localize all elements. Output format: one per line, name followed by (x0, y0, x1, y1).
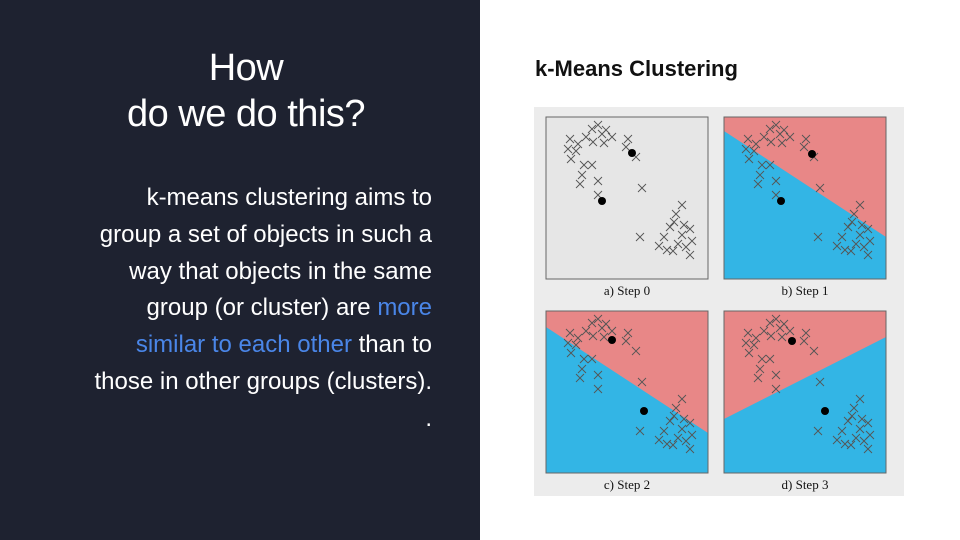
body-paragraph: k-means clustering aims to group a set o… (0, 180, 433, 438)
slide-heading-line-2: do we do this? (126, 93, 366, 135)
centroid-dot (788, 337, 796, 345)
body-line-7: . (425, 404, 432, 432)
kmeans-figure: a) Step 0 b) Step 1 c) Step 2 d) Step 3 (534, 107, 904, 496)
body-line-1: k-means clustering aims to (146, 184, 432, 211)
step-caption: d) Step 3 (782, 477, 829, 492)
centroid-dot (777, 197, 785, 205)
centroid-dot (608, 336, 616, 344)
panel-step-3: d) Step 3 (723, 310, 887, 492)
body-line-3: way that objects in the same (129, 257, 432, 285)
body-line-4: group (or cluster) are more (0, 290, 432, 327)
body-line-5: similar to each other than to (0, 327, 432, 364)
panel-step-0: a) Step 0 (545, 116, 709, 298)
highlight-text-more: more (377, 294, 432, 322)
centroid-dot (640, 407, 648, 415)
kmeans-diagram: a) Step 0 b) Step 1 c) Step 2 d) Step 3 (545, 116, 887, 492)
panel-step-1: b) Step 1 (723, 116, 887, 298)
body-line-4-text: group (or cluster) are (146, 294, 378, 322)
step-caption: c) Step 2 (604, 477, 650, 492)
body-line-5-text: than to (351, 331, 432, 359)
centroid-dot (821, 407, 829, 415)
step-caption: b) Step 1 (782, 283, 829, 298)
body-line-2: group a set of objects in such a (99, 220, 432, 248)
slide-heading-line-1: How (208, 47, 284, 89)
body-line-6: those in other groups (clusters). (94, 367, 433, 395)
centroid-dot (598, 197, 606, 205)
centroid-dot (808, 150, 816, 158)
centroid-dot (628, 149, 636, 157)
panel-step-2: c) Step 2 (545, 310, 709, 492)
panel-background (545, 116, 709, 280)
highlight-text-similar: similar to each other (135, 331, 352, 359)
step-caption: a) Step 0 (604, 283, 650, 298)
diagram-title: k-Means Clustering (535, 56, 738, 81)
